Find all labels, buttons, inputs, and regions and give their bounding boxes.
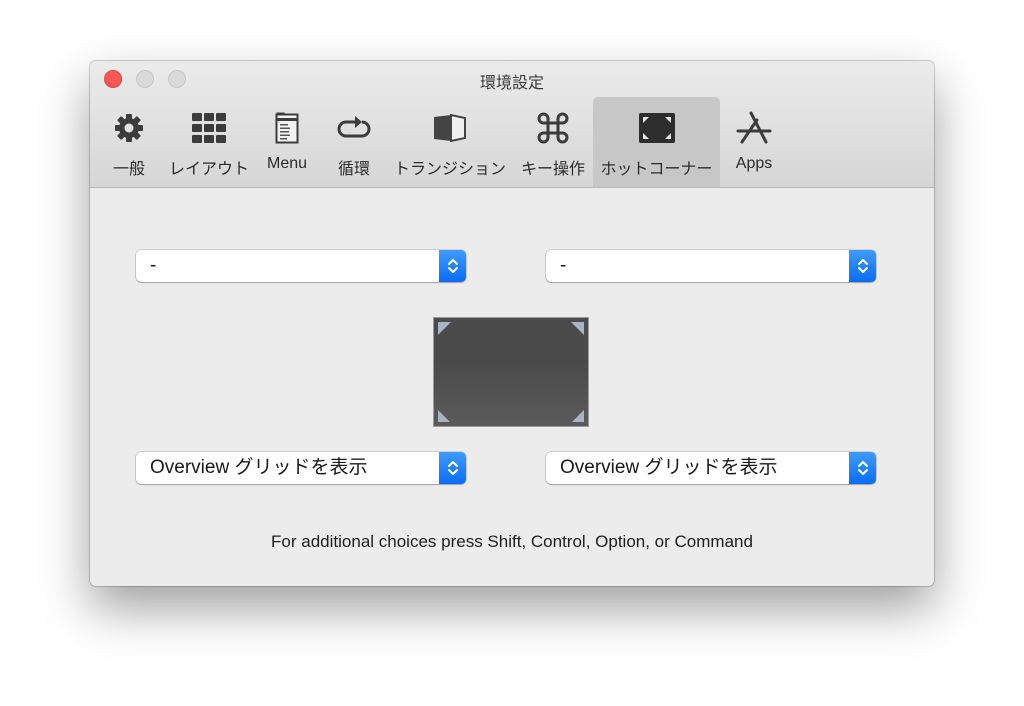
tab-hot-corners[interactable]: ホットコーナー [593, 97, 720, 187]
app-store-icon [736, 111, 772, 145]
selected-value: - [150, 255, 157, 276]
tab-menu[interactable]: Menu [258, 97, 316, 187]
modifier-hint-text: For additional choices press Shift, Cont… [271, 532, 753, 551]
hot-corners-pane: - - Overview グリッドを表示 Overview グリッドを表示 Fo… [90, 188, 934, 586]
bottom-left-corner-select[interactable]: Overview グリッドを表示 [136, 452, 466, 484]
stepper-chevrons-icon [439, 250, 466, 282]
top-left-corner-select[interactable]: - [136, 250, 466, 282]
tab-cycle[interactable]: 循環 [326, 97, 382, 187]
top-right-corner-marker [571, 322, 584, 335]
tab-label: トランジション [393, 161, 506, 178]
tab-key-bindings[interactable]: キー操作 [518, 97, 588, 187]
window-title: 環境設定 [479, 75, 544, 92]
bottom-right-corner-marker [572, 410, 584, 422]
screen-preview [433, 317, 589, 427]
tab-label: Apps [735, 155, 773, 172]
transition-cube-icon [433, 111, 467, 145]
bottom-left-corner-marker [438, 410, 450, 422]
grid-icon [192, 111, 226, 145]
selected-value: - [560, 255, 567, 276]
top-left-corner-marker [438, 322, 451, 335]
preferences-window: 環境設定 一般 レイアウト Menu 循環 トランジション キー操作 ホットコー… [90, 61, 934, 586]
cycle-arrow-icon [337, 111, 371, 145]
title-bar: 環境設定 一般 レイアウト Menu 循環 トランジション キー操作 ホットコー… [90, 61, 934, 188]
tab-layout[interactable]: レイアウト [164, 97, 254, 187]
top-right-corner-select[interactable]: - [546, 250, 876, 282]
tab-transition[interactable]: トランジション [390, 97, 510, 187]
gear-icon [113, 111, 145, 145]
stepper-chevrons-icon [439, 452, 466, 484]
tab-label: 循環 [337, 161, 370, 178]
preferences-toolbar: 一般 レイアウト Menu 循環 トランジション キー操作 ホットコーナー Ap… [90, 97, 934, 187]
tab-general[interactable]: 一般 [100, 97, 158, 187]
tab-label: レイアウト [168, 161, 249, 178]
tab-label: ホットコーナー [600, 161, 713, 178]
tab-label: Menu [266, 155, 308, 172]
tab-label: キー操作 [520, 161, 585, 178]
command-key-icon [537, 111, 569, 145]
stepper-chevrons-icon [849, 250, 876, 282]
selected-value: Overview グリッドを表示 [560, 457, 778, 478]
selected-value: Overview グリッドを表示 [150, 457, 368, 478]
tab-apps[interactable]: Apps [724, 97, 784, 187]
tab-label: 一般 [112, 161, 145, 178]
bottom-right-corner-select[interactable]: Overview グリッドを表示 [546, 452, 876, 484]
stepper-chevrons-icon [849, 452, 876, 484]
hot-corners-icon [638, 111, 675, 145]
menu-window-icon [275, 111, 299, 145]
